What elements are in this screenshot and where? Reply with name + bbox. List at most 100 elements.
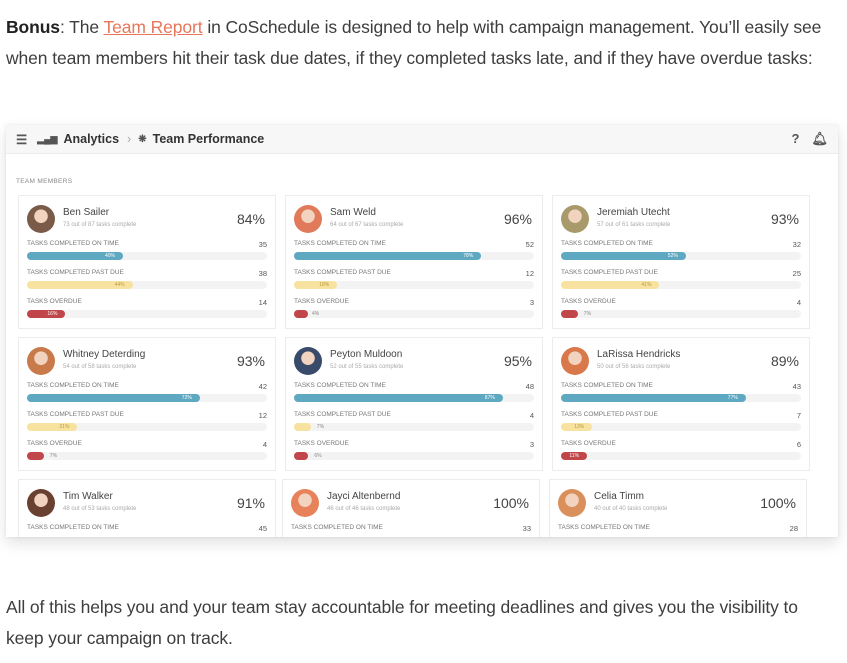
progress-track: 40% <box>27 252 267 260</box>
member-card[interactable]: Jayci Altenbernd 46 out of 46 tasks comp… <box>282 479 540 537</box>
progress-label: 21% <box>59 424 70 430</box>
metric-label: TASKS COMPLETED ON TIME <box>558 524 650 531</box>
intro-text: : The <box>59 17 104 37</box>
metric-on-time: TASKS COMPLETED ON TIME 42 72% <box>27 382 267 406</box>
completion-percent: 93% <box>236 353 265 369</box>
metric-past-due: TASKS COMPLETED PAST DUE 25 41% <box>561 269 801 293</box>
metric-on-time: TASKS COMPLETED ON TIME 45 <box>27 524 267 537</box>
progress-track: 11% <box>561 452 801 460</box>
metric-count: 45 <box>258 524 267 533</box>
metric-count: 33 <box>522 524 531 533</box>
bell-icon[interactable]: 🔔︎ <box>811 131 828 147</box>
section-label: TEAM MEMBERS <box>16 178 73 185</box>
progress-fill <box>294 310 308 318</box>
help-icon[interactable]: ? <box>792 131 800 147</box>
outro-paragraph: All of this helps you and your team stay… <box>6 597 798 648</box>
metric-past-due: TASKS COMPLETED PAST DUE 7 13% <box>561 411 801 435</box>
metric-on-time: TASKS COMPLETED ON TIME 28 <box>558 524 798 537</box>
progress-label: 7% <box>49 453 58 459</box>
metric-label: TASKS OVERDUE <box>27 440 82 447</box>
progress-label: 87% <box>484 395 495 401</box>
member-card[interactable]: Tim Walker 48 out of 53 tasks complete 9… <box>18 479 276 537</box>
metric-count: 14 <box>258 298 267 307</box>
tasks-complete-summary: 46 out of 46 tasks complete <box>327 506 401 512</box>
metric-count: 42 <box>258 382 267 391</box>
metric-overdue: TASKS OVERDUE 3 6% <box>294 440 534 464</box>
progress-fill <box>294 252 482 260</box>
metric-label: TASKS COMPLETED PAST DUE <box>294 411 391 418</box>
member-name: Whitney Deterding <box>63 349 146 360</box>
metric-label: TASKS COMPLETED PAST DUE <box>294 269 391 276</box>
completion-percent: 100% <box>493 495 529 511</box>
metric-on-time: TASKS COMPLETED ON TIME 48 87% <box>294 382 534 406</box>
member-card[interactable]: Ben Sailer 73 out of 87 tasks complete 8… <box>18 195 276 329</box>
metric-label: TASKS COMPLETED ON TIME <box>561 382 653 389</box>
metric-count: 43 <box>792 382 801 391</box>
member-name: Sam Weld <box>330 207 376 218</box>
metric-count: 12 <box>525 269 534 278</box>
progress-track: 6% <box>294 452 534 460</box>
metric-count: 4 <box>796 298 801 307</box>
avatar <box>27 489 55 517</box>
tasks-complete-summary: 54 out of 58 tasks complete <box>63 364 137 370</box>
member-name: Peyton Muldoon <box>330 349 403 360</box>
progress-track: 72% <box>27 394 267 402</box>
metric-overdue: TASKS OVERDUE 4 7% <box>561 298 801 322</box>
tasks-complete-summary: 52 out of 55 tasks complete <box>330 364 404 370</box>
tasks-complete-summary: 73 out of 87 tasks complete <box>63 222 137 228</box>
metric-count: 4 <box>529 411 534 420</box>
intro-paragraph: Bonus: The Team Report in CoSchedule is … <box>6 12 836 74</box>
progress-track: 7% <box>27 452 267 460</box>
metric-count: 4 <box>262 440 267 449</box>
metric-count: 12 <box>258 411 267 420</box>
member-card[interactable]: Whitney Deterding 54 out of 58 tasks com… <box>18 337 276 471</box>
team-report-link[interactable]: Team Report <box>103 17 202 37</box>
tasks-complete-summary: 50 out of 56 tasks complete <box>597 364 671 370</box>
team-icon: ❋ <box>138 133 147 145</box>
metric-count: 25 <box>792 269 801 278</box>
metric-count: 28 <box>789 524 798 533</box>
hamburger-menu-icon[interactable]: ☰ <box>16 132 27 147</box>
progress-track: 7% <box>561 310 801 318</box>
metric-label: TASKS OVERDUE <box>27 298 82 305</box>
metric-count: 32 <box>792 240 801 249</box>
member-card[interactable]: Peyton Muldoon 52 out of 55 tasks comple… <box>285 337 543 471</box>
metric-label: TASKS COMPLETED ON TIME <box>561 240 653 247</box>
progress-fill <box>294 452 309 460</box>
progress-track: 18% <box>294 281 534 289</box>
completion-percent: 95% <box>503 353 532 369</box>
completion-percent: 93% <box>770 211 799 227</box>
metric-label: TASKS COMPLETED ON TIME <box>294 240 386 247</box>
member-name: Ben Sailer <box>63 207 110 218</box>
tasks-complete-summary: 48 out of 53 tasks complete <box>63 506 137 512</box>
progress-label: 7% <box>316 424 325 430</box>
metric-overdue: TASKS OVERDUE 3 4% <box>294 298 534 322</box>
progress-label: 44% <box>114 282 125 288</box>
breadcrumb-analytics[interactable]: Analytics <box>63 132 119 146</box>
progress-track: 7% <box>294 423 534 431</box>
metric-count: 35 <box>258 240 267 249</box>
metric-on-time: TASKS COMPLETED ON TIME 32 52% <box>561 240 801 264</box>
completion-percent: 89% <box>770 353 799 369</box>
avatar <box>294 205 322 233</box>
metric-count: 7 <box>796 411 801 420</box>
progress-label: 16% <box>47 311 58 317</box>
progress-label: 11% <box>569 453 580 459</box>
team-performance-screenshot: ☰ ▂▄▆ Analytics › ❋ Team Performance ? 🔔… <box>6 125 838 537</box>
member-card[interactable]: Sam Weld 64 out of 67 tasks complete 96%… <box>285 195 543 329</box>
progress-fill <box>561 310 578 318</box>
avatar <box>294 347 322 375</box>
metric-label: TASKS OVERDUE <box>294 298 349 305</box>
bonus-label: Bonus <box>6 17 60 37</box>
progress-label: 7% <box>583 311 592 317</box>
metric-overdue: TASKS OVERDUE 14 16% <box>27 298 267 322</box>
progress-label: 77% <box>727 395 738 401</box>
member-card[interactable]: Celia Timm 40 out of 40 tasks complete 1… <box>549 479 807 537</box>
member-card[interactable]: LaRissa Hendricks 50 out of 56 tasks com… <box>552 337 810 471</box>
avatar <box>27 347 55 375</box>
progress-label: 52% <box>667 253 678 259</box>
member-card[interactable]: Jeremiah Utecht 57 out of 61 tasks compl… <box>552 195 810 329</box>
member-name: Jayci Altenbernd <box>327 491 401 502</box>
tasks-complete-summary: 64 out of 67 tasks complete <box>330 222 404 228</box>
progress-track: 52% <box>561 252 801 260</box>
